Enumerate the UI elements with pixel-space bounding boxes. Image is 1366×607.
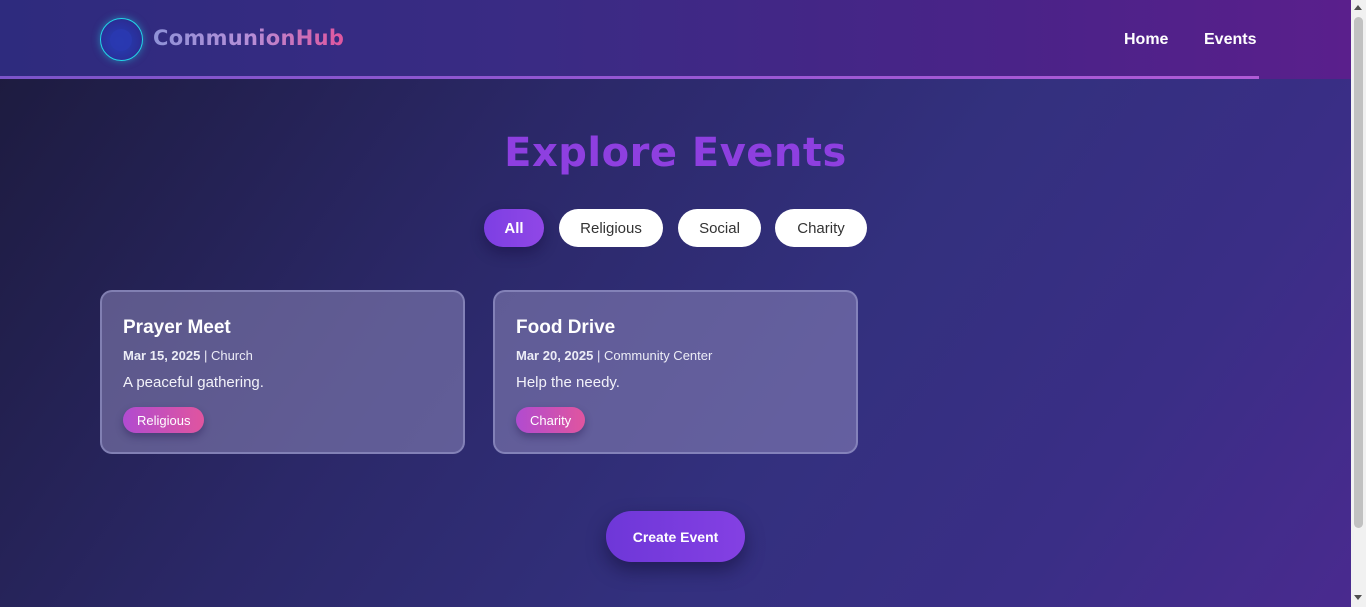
event-tag: Charity	[516, 407, 586, 433]
scroll-thumb[interactable]	[1354, 17, 1363, 528]
logo-icon[interactable]	[100, 18, 143, 61]
event-date: Mar 15, 2025	[123, 348, 201, 363]
event-meta: Mar 15, 2025 | Church	[123, 348, 253, 363]
page-title: Explore Events	[504, 130, 847, 176]
create-event-button[interactable]: Create Event	[606, 511, 745, 562]
scroll-up-icon[interactable]	[1354, 5, 1362, 10]
event-meta: Mar 20, 2025 | Community Center	[516, 348, 712, 363]
event-card[interactable]: Food Drive Mar 20, 2025 | Community Cent…	[493, 290, 858, 454]
brand-name[interactable]: CommunionHub	[153, 26, 344, 50]
page: CommunionHub Home Events Explore Events …	[0, 0, 1351, 607]
header-underline	[0, 76, 1259, 79]
event-location: | Church	[203, 348, 253, 363]
filter-social-button[interactable]: Social	[678, 209, 761, 247]
event-card[interactable]: Prayer Meet Mar 15, 2025 | Church A peac…	[100, 290, 465, 454]
event-tag: Religious	[123, 407, 205, 433]
nav-home-link[interactable]: Home	[1124, 31, 1168, 49]
event-title: Food Drive	[516, 317, 616, 338]
logo-inner	[110, 29, 132, 51]
filter-charity-button[interactable]: Charity	[775, 209, 867, 247]
filter-all-button[interactable]: All	[484, 209, 544, 247]
event-title: Prayer Meet	[123, 317, 231, 338]
event-date: Mar 20, 2025	[516, 348, 594, 363]
filter-religious-button[interactable]: Religious	[559, 209, 663, 247]
event-location: | Community Center	[596, 348, 713, 363]
nav-events-link[interactable]: Events	[1204, 31, 1256, 49]
vertical-scrollbar[interactable]	[1351, 0, 1366, 607]
event-description: Help the needy.	[516, 374, 620, 391]
scroll-down-icon[interactable]	[1354, 595, 1362, 600]
header: CommunionHub Home Events	[0, 0, 1351, 79]
event-description: A peaceful gathering.	[123, 374, 264, 391]
